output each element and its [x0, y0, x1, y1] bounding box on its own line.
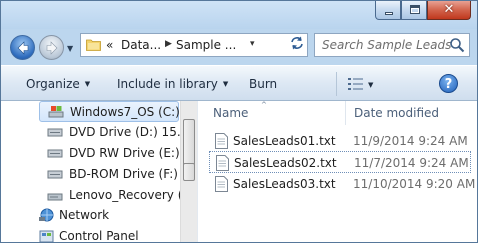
file-row[interactable]: SalesLeads01.txt 11/9/2014 9:24 AM [209, 130, 471, 152]
text-file-icon [215, 176, 228, 192]
burn-button[interactable]: Burn [249, 77, 277, 91]
text-file-icon [215, 133, 228, 149]
column-header-name[interactable]: ^ Name [201, 101, 345, 125]
include-in-library-label: Include in library [117, 77, 218, 91]
dvd-drive-icon [47, 128, 63, 137]
address-history-dropdown[interactable]: ▾ [250, 39, 255, 49]
explorer-window: ✕ ▼ « Data... ▶ Sample ... ▾ Search Samp… [0, 0, 478, 243]
back-arrow-icon [17, 41, 29, 55]
help-icon[interactable]: ? [439, 74, 458, 93]
nav-item-windows7-os[interactable]: Windows7_OS (C:) [39, 101, 180, 122]
nav-item-label: BD-ROM Drive (F:) [69, 167, 178, 181]
nav-item-network[interactable]: Network [39, 205, 197, 226]
search-input[interactable]: Search Sample Leads [322, 38, 451, 52]
forward-arrow-icon [46, 41, 58, 55]
breadcrumb-separator[interactable]: ▶ [165, 39, 172, 49]
column-header-label: Name [213, 106, 249, 120]
burn-label: Burn [249, 77, 278, 91]
nav-item-bd-rom-drive-f[interactable]: BD-ROM Drive (F:) [47, 164, 197, 185]
text-file-icon [216, 155, 229, 171]
nav-item-label: DVD RW Drive (E:) [69, 146, 180, 160]
chevron-down-icon: ▼ [368, 81, 374, 89]
nav-item-lenovo-recovery[interactable]: Lenovo_Recovery (Q:) [47, 185, 197, 206]
network-icon [39, 208, 54, 222]
chevron-down-icon: ▼ [222, 80, 229, 88]
file-date-modified: 11/9/2014 9:24 AM [353, 134, 468, 148]
organize-button[interactable]: Organize ▼ [26, 77, 90, 91]
nav-item-control-panel[interactable]: Control Panel [39, 226, 197, 242]
nav-item-label: DVD Drive (D:) 15.0.4 [69, 125, 197, 139]
folder-icon [86, 39, 101, 51]
file-list: ^ Name Date modified SalesLeads01.txt 11… [201, 101, 477, 242]
close-icon: ✕ [443, 2, 455, 17]
minimize-button[interactable] [375, 1, 401, 20]
search-box[interactable]: Search Sample Leads [314, 33, 470, 57]
file-row[interactable]: SalesLeads03.txt 11/10/2014 9:20 AM [209, 173, 475, 195]
column-header-label: Date modified [354, 106, 440, 120]
hard-drive-icon [48, 106, 64, 118]
nav-item-label: Network [59, 208, 110, 222]
nav-item-label: Windows7_OS (C:) [70, 105, 180, 119]
breadcrumb-data[interactable]: Data... [121, 38, 161, 52]
view-dropdown[interactable]: ▼ [368, 78, 373, 92]
nav-item-dvd-rw-drive-e[interactable]: DVD RW Drive (E:) [47, 143, 197, 164]
content-area: Windows7_OS (C:) DVD Drive (D:) 15.0.4 D… [1, 101, 477, 242]
navigation-row: ▼ « Data... ▶ Sample ... ▾ Search Sample… [1, 29, 477, 65]
file-row[interactable]: SalesLeads02.txt 11/7/2014 9:24 AM [209, 151, 471, 173]
forward-button[interactable] [39, 35, 64, 60]
file-date-modified: 11/7/2014 9:24 AM [354, 156, 469, 170]
view-options-icon[interactable] [348, 78, 364, 90]
search-icon[interactable] [449, 37, 465, 53]
maximize-button[interactable] [401, 1, 427, 20]
address-bar[interactable]: « Data... ▶ Sample ... ▾ [80, 33, 308, 57]
minimize-icon [385, 12, 393, 15]
file-date-modified: 11/10/2014 9:20 AM [353, 177, 476, 191]
close-button[interactable]: ✕ [427, 1, 471, 20]
chevron-down-icon: ▼ [84, 80, 91, 88]
recovery-drive-icon [47, 193, 63, 201]
caption-buttons: ✕ [375, 1, 471, 21]
nav-item-dvd-drive-d[interactable]: DVD Drive (D:) 15.0.4 [47, 122, 197, 143]
nav-item-label: Lenovo_Recovery (Q:) [69, 188, 197, 202]
back-button[interactable] [10, 35, 35, 60]
nav-pane-scrollbar[interactable] [180, 101, 197, 242]
column-header-date-modified[interactable]: Date modified [346, 101, 474, 125]
file-name: SalesLeads01.txt [233, 134, 336, 148]
file-name: SalesLeads03.txt [233, 177, 336, 191]
file-name: SalesLeads02.txt [234, 156, 337, 170]
toolbar-divider [336, 72, 337, 96]
include-in-library-button[interactable]: Include in library ▼ [117, 77, 228, 91]
control-panel-icon [39, 230, 54, 242]
refresh-icon [291, 36, 303, 50]
title-bar: ✕ [1, 1, 477, 29]
dvd-rw-drive-icon [47, 149, 63, 158]
maximize-icon [410, 5, 420, 14]
breadcrumb-sample[interactable]: Sample ... [176, 38, 236, 52]
navigation-pane: Windows7_OS (C:) DVD Drive (D:) 15.0.4 D… [1, 101, 197, 242]
address-overflow[interactable]: « [106, 38, 113, 52]
chevron-down-icon[interactable]: ▼ [67, 44, 73, 53]
command-bar: Organize ▼ Include in library ▼ Burn ▼ ? [1, 65, 477, 101]
refresh-button[interactable] [286, 35, 308, 55]
organize-label: Organize [26, 77, 80, 91]
nav-item-label: Control Panel [59, 229, 139, 242]
scrollbar-thumb[interactable] [183, 163, 195, 181]
sort-indicator-icon: ^ [261, 101, 267, 109]
bd-rom-drive-icon [47, 170, 63, 179]
